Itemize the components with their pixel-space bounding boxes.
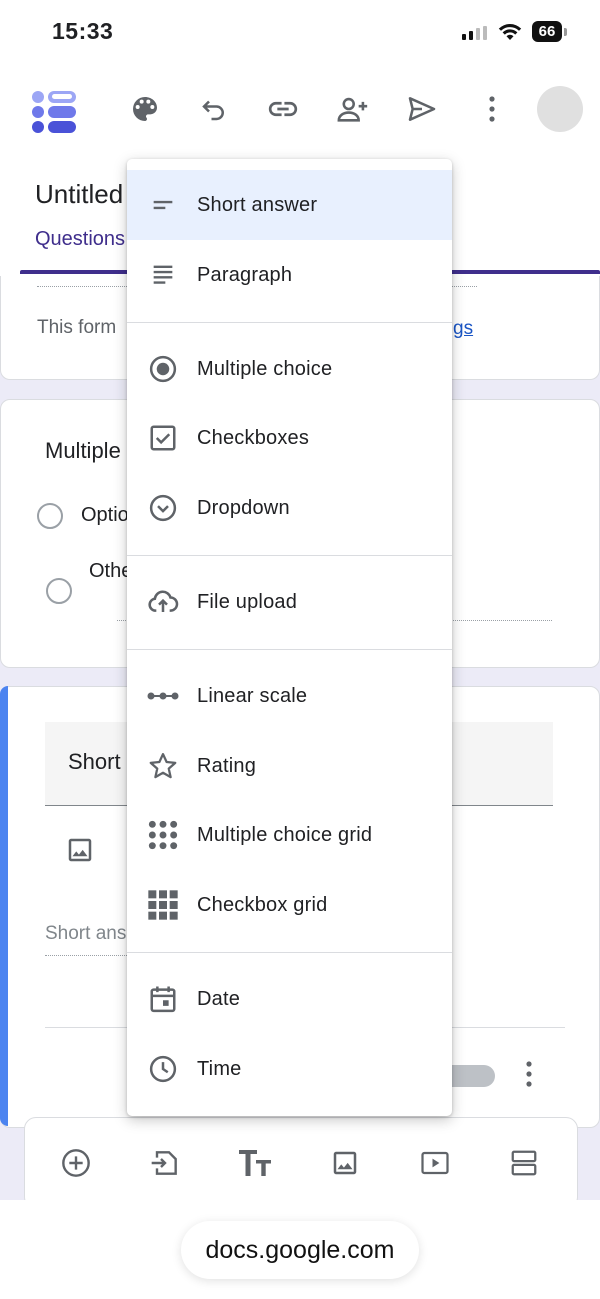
form-title[interactable]: Untitled: [35, 179, 123, 210]
menu-item-label: Dropdown: [197, 496, 290, 519]
checkbox-icon: [147, 422, 179, 454]
menu-item-checkbox-grid[interactable]: Checkbox grid: [127, 870, 452, 940]
menu-item-checkboxes[interactable]: Checkboxes: [127, 403, 452, 473]
menu-item-label: Multiple choice grid: [197, 823, 373, 846]
menu-item-short-answer[interactable]: Short answer: [127, 170, 452, 240]
url-bar[interactable]: docs.google.com: [181, 1221, 419, 1279]
menu-item-rating[interactable]: Rating: [127, 731, 452, 801]
add-image-to-question-icon[interactable]: [65, 835, 95, 865]
import-questions-icon[interactable]: [140, 1138, 190, 1188]
menu-item-paragraph[interactable]: Paragraph: [127, 240, 452, 310]
add-section-icon[interactable]: [499, 1138, 549, 1188]
more-vert-icon[interactable]: [468, 85, 516, 133]
menu-item-label: Rating: [197, 754, 257, 777]
notice-text: This form: [37, 317, 117, 338]
add-title-icon[interactable]: [230, 1138, 280, 1188]
menu-item-label: Short answer: [197, 193, 318, 216]
dropdown-circle-icon: [147, 492, 179, 524]
menu-item-label: File upload: [197, 590, 298, 613]
menu-item-label: Checkbox grid: [197, 893, 328, 916]
cloud-upload-icon: [147, 586, 179, 618]
active-question-title[interactable]: Short: [68, 749, 121, 775]
menu-item-label: Multiple choice: [197, 357, 333, 380]
palette-icon[interactable]: [121, 85, 169, 133]
menu-divider: [127, 649, 452, 650]
clock-icon: [147, 1053, 179, 1085]
bottom-toolbar: [24, 1117, 578, 1209]
active-question-accent: [0, 686, 8, 1126]
menu-item-multiple-choice[interactable]: Multiple choice: [127, 334, 452, 404]
menu-item-label: Linear scale: [197, 684, 308, 707]
menu-item-multiple-choice-grid[interactable]: Multiple choice grid: [127, 800, 452, 870]
dot-grid-icon: [147, 819, 179, 851]
question-more-icon[interactable]: [525, 1061, 533, 1087]
forms-logo-icon[interactable]: [30, 88, 80, 136]
menu-item-dropdown[interactable]: Dropdown: [127, 473, 452, 543]
status-time: 15:33: [52, 18, 114, 44]
paragraph-icon: [147, 259, 179, 291]
avatar[interactable]: [537, 86, 583, 132]
add-person-icon[interactable]: [329, 85, 377, 133]
menu-item-label: Time: [197, 1057, 242, 1080]
star-icon: [147, 750, 179, 782]
option-label[interactable]: Optio: [81, 504, 129, 527]
radio-button-icon: [147, 353, 179, 385]
link-icon[interactable]: [259, 85, 307, 133]
square-grid-icon: [147, 889, 179, 921]
short-answer-placeholder: Short ans: [45, 923, 127, 944]
menu-item-label: Checkboxes: [197, 426, 310, 449]
question-type-menu: Short answer Paragraph Multiple choice C…: [127, 159, 452, 1116]
cellular-signal-icon: [462, 26, 488, 40]
wifi-icon: [498, 22, 522, 42]
menu-item-label: Paragraph: [197, 263, 293, 286]
battery-indicator: 66: [532, 21, 562, 42]
short-answer-icon: [147, 189, 179, 221]
menu-divider: [127, 952, 452, 953]
other-radio: [46, 578, 72, 604]
linear-scale-icon: [147, 680, 179, 712]
add-question-icon[interactable]: [51, 1138, 101, 1188]
menu-item-date[interactable]: Date: [127, 964, 452, 1034]
send-icon[interactable]: [398, 85, 446, 133]
tab-questions[interactable]: Questions: [35, 228, 125, 251]
option-radio: [37, 503, 63, 529]
battery-nub: [564, 28, 567, 36]
add-video-icon[interactable]: [410, 1138, 460, 1188]
other-label[interactable]: Othe: [89, 560, 132, 583]
menu-item-file-upload[interactable]: File upload: [127, 567, 452, 637]
menu-item-label: Date: [197, 987, 241, 1010]
menu-divider: [127, 322, 452, 323]
add-image-icon[interactable]: [320, 1138, 370, 1188]
menu-item-time[interactable]: Time: [127, 1034, 452, 1104]
question-title[interactable]: Multiple: [45, 438, 121, 464]
settings-link[interactable]: gs: [453, 318, 473, 340]
undo-icon[interactable]: [190, 85, 238, 133]
menu-item-linear-scale[interactable]: Linear scale: [127, 661, 452, 731]
calendar-icon: [147, 983, 179, 1015]
menu-divider: [127, 555, 452, 556]
